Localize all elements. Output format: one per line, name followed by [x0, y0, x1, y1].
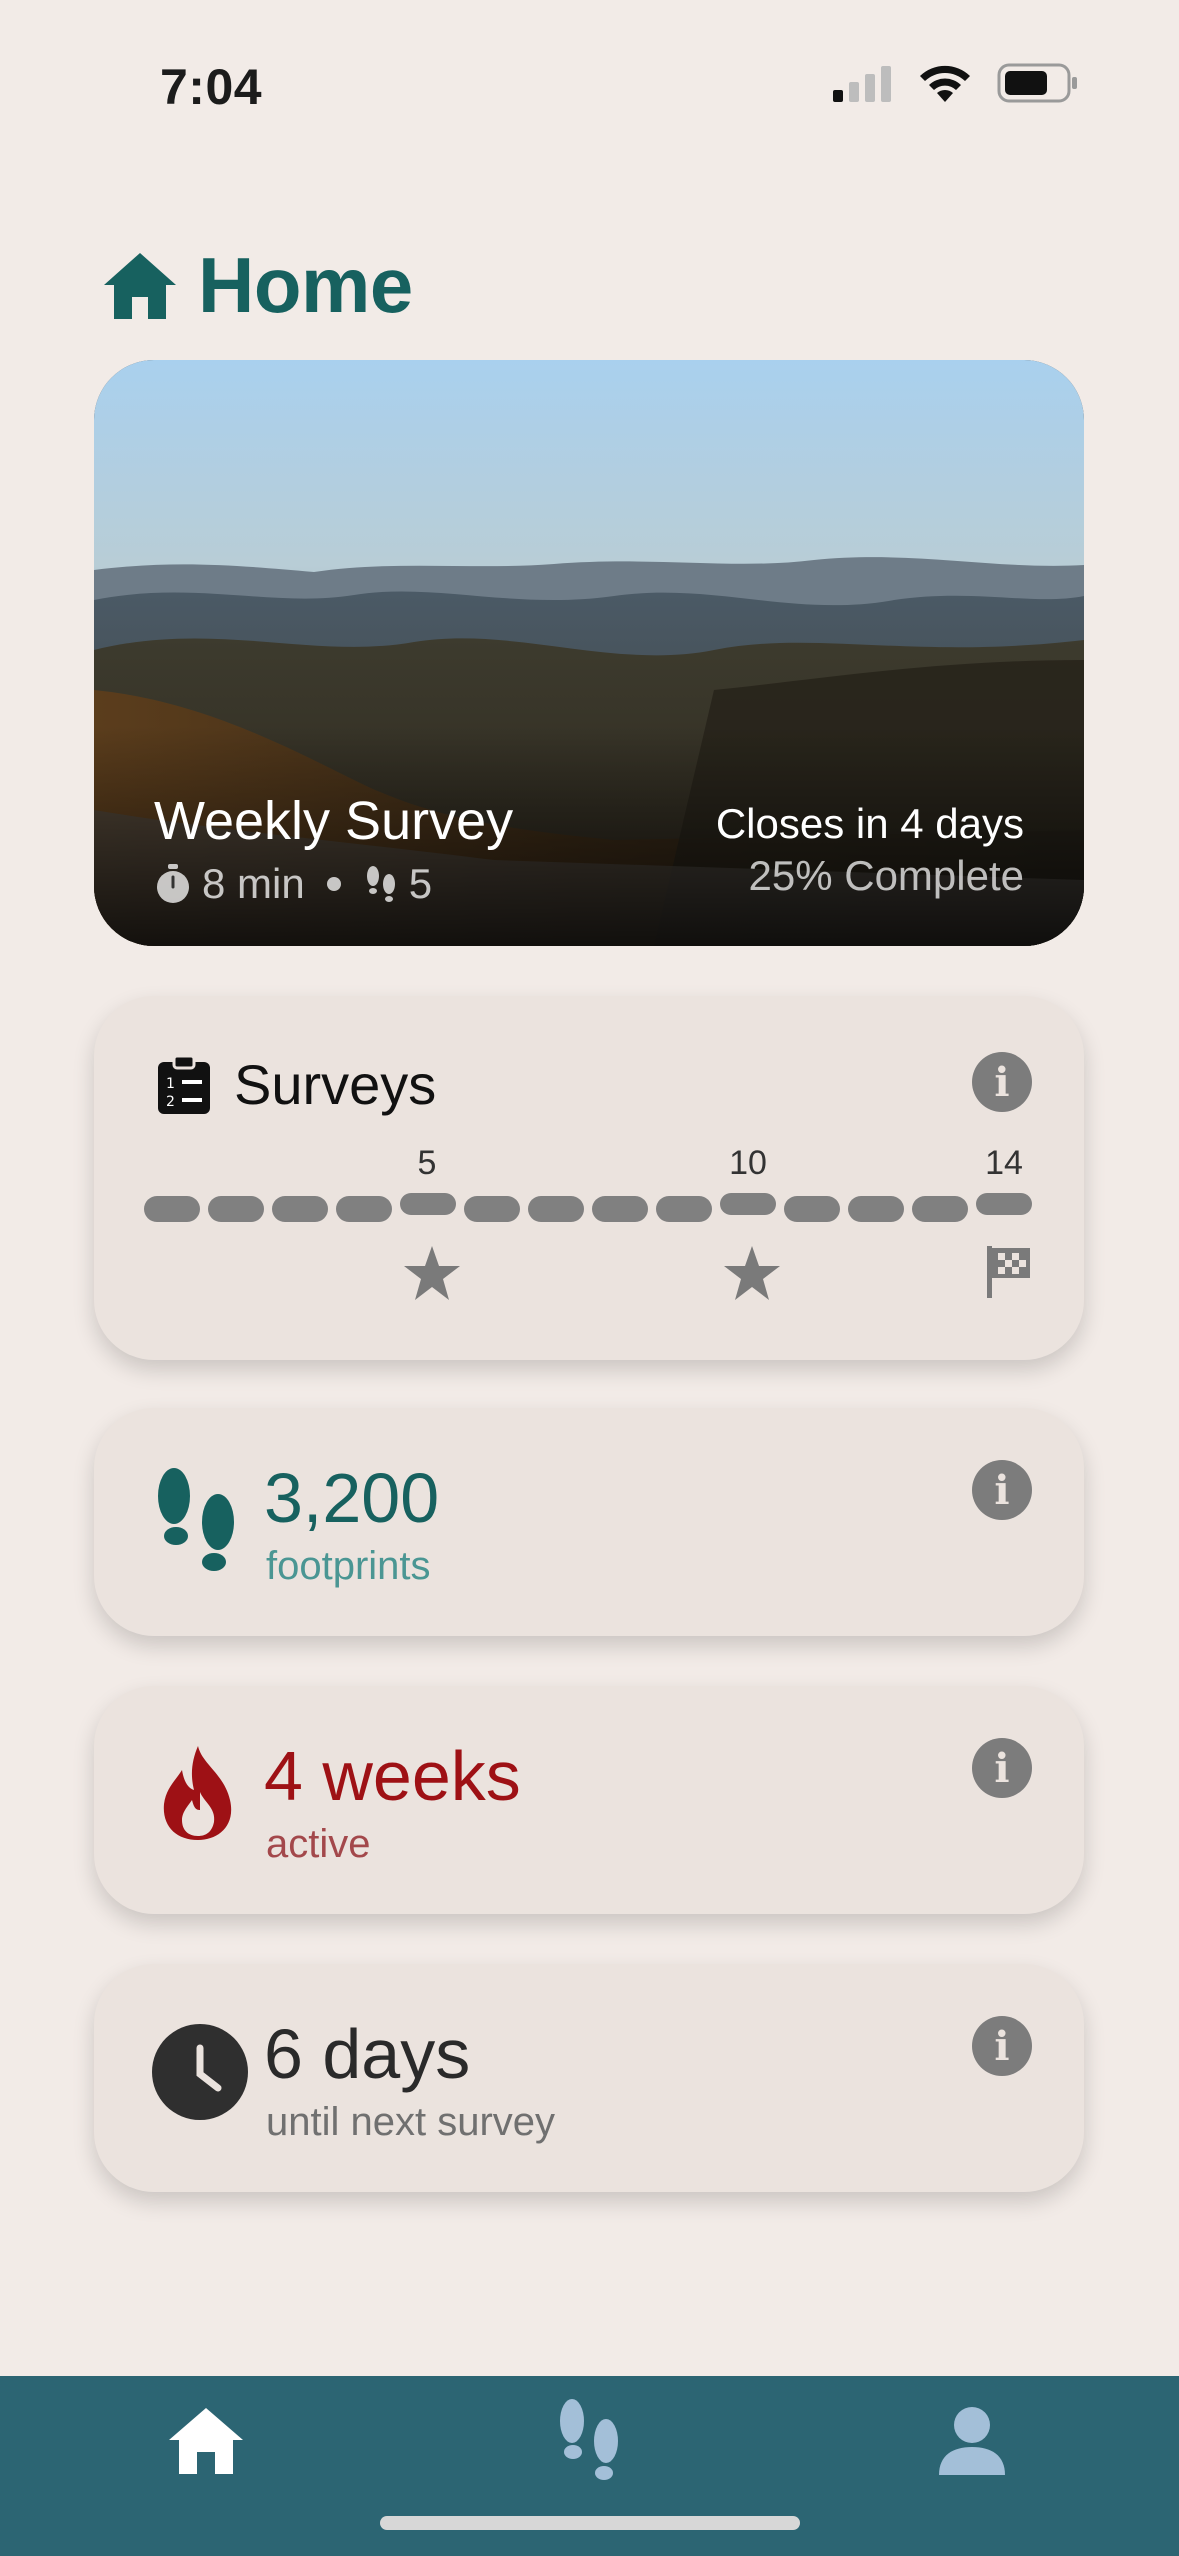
next-survey-label: until next survey: [266, 2100, 556, 2144]
wifi-icon: [920, 65, 970, 102]
meta-separator-dot: [326, 877, 341, 891]
svg-text:1: 1: [166, 1076, 175, 1092]
status-time: 7:04: [160, 59, 263, 115]
survey-duration: 8 min: [202, 860, 305, 907]
streak-card: 4 weeks active i: [94, 1686, 1084, 1914]
surveys-info-button[interactable]: i: [972, 1052, 1032, 1112]
footprints-card: 3,200 footprints i: [94, 1408, 1084, 1636]
progress-segment: [208, 1196, 264, 1222]
footprints-icon: [560, 2399, 618, 2480]
progress-segment: [400, 1193, 456, 1215]
survey-steps: 5: [408, 860, 433, 907]
progress-segment: [336, 1196, 392, 1222]
progress-segment: [784, 1196, 840, 1222]
page-header: Home: [100, 240, 413, 331]
next-survey-card: 6 days until next survey i: [94, 1964, 1084, 2192]
profile-icon: [939, 2407, 1005, 2475]
milestone-label: 5: [417, 1144, 437, 1182]
streak-value: 4 weeks: [264, 1737, 521, 1815]
surveys-card: 1 2 Surveys i 5 10 14: [94, 996, 1084, 1360]
surveys-header: 1 2 Surveys: [156, 1052, 436, 1117]
status-icons: [831, 62, 1079, 104]
progress-segment: [592, 1196, 648, 1222]
flame-icon: [163, 1746, 232, 1840]
star-icon: [404, 1246, 460, 1300]
survey-closes: Closes in 4 days: [715, 800, 1024, 847]
progress-segment: [848, 1196, 904, 1222]
footprints-icon: [366, 866, 395, 902]
footprints-label: footprints: [266, 1544, 431, 1588]
survey-progress: 25% Complete: [748, 852, 1024, 899]
star-icon: [724, 1246, 780, 1300]
survey-progress-track: [144, 1193, 1032, 1224]
tab-home[interactable]: [126, 2376, 286, 2506]
footprints-icon: [158, 1468, 234, 1571]
surveys-title: Surveys: [234, 1053, 437, 1116]
weekly-survey-card[interactable]: Weekly Survey 8 min 5 Closes in 4 days 2…: [94, 360, 1084, 946]
survey-title: Weekly Survey: [154, 791, 514, 851]
next-survey-info-button[interactable]: i: [972, 2016, 1032, 2076]
milestone-label: 10: [729, 1144, 767, 1182]
milestone-label: 14: [985, 1144, 1023, 1182]
checkered-flag-icon: [987, 1246, 1030, 1298]
footprints-value: 3,200: [264, 1459, 440, 1537]
progress-segment: [656, 1196, 712, 1222]
progress-segment: [272, 1196, 328, 1222]
progress-segment: [912, 1196, 968, 1222]
svg-text:2: 2: [166, 1094, 175, 1110]
tab-footprints[interactable]: [510, 2376, 670, 2506]
cellular-signal-icon: [833, 66, 891, 102]
streak-label: active: [266, 1822, 371, 1866]
progress-segment: [464, 1196, 520, 1222]
page-title: Home: [198, 241, 413, 329]
home-indicator: [380, 2516, 800, 2530]
progress-segment: [976, 1193, 1032, 1215]
battery-icon: [997, 63, 1077, 103]
clock-icon: [152, 2024, 248, 2120]
footprints-info-button[interactable]: i: [972, 1460, 1032, 1520]
survey-meta: 8 min 5: [154, 860, 432, 908]
progress-segment: [720, 1193, 776, 1215]
progress-segment: [144, 1196, 200, 1222]
clipboard-list-icon: 1 2: [158, 1054, 210, 1114]
stopwatch-icon: [157, 864, 189, 903]
streak-info-button[interactable]: i: [972, 1738, 1032, 1798]
progress-segment: [528, 1196, 584, 1222]
home-icon: [104, 252, 176, 319]
next-survey-value: 6 days: [264, 2015, 471, 2093]
tab-profile[interactable]: [892, 2376, 1052, 2506]
home-icon: [169, 2408, 243, 2474]
